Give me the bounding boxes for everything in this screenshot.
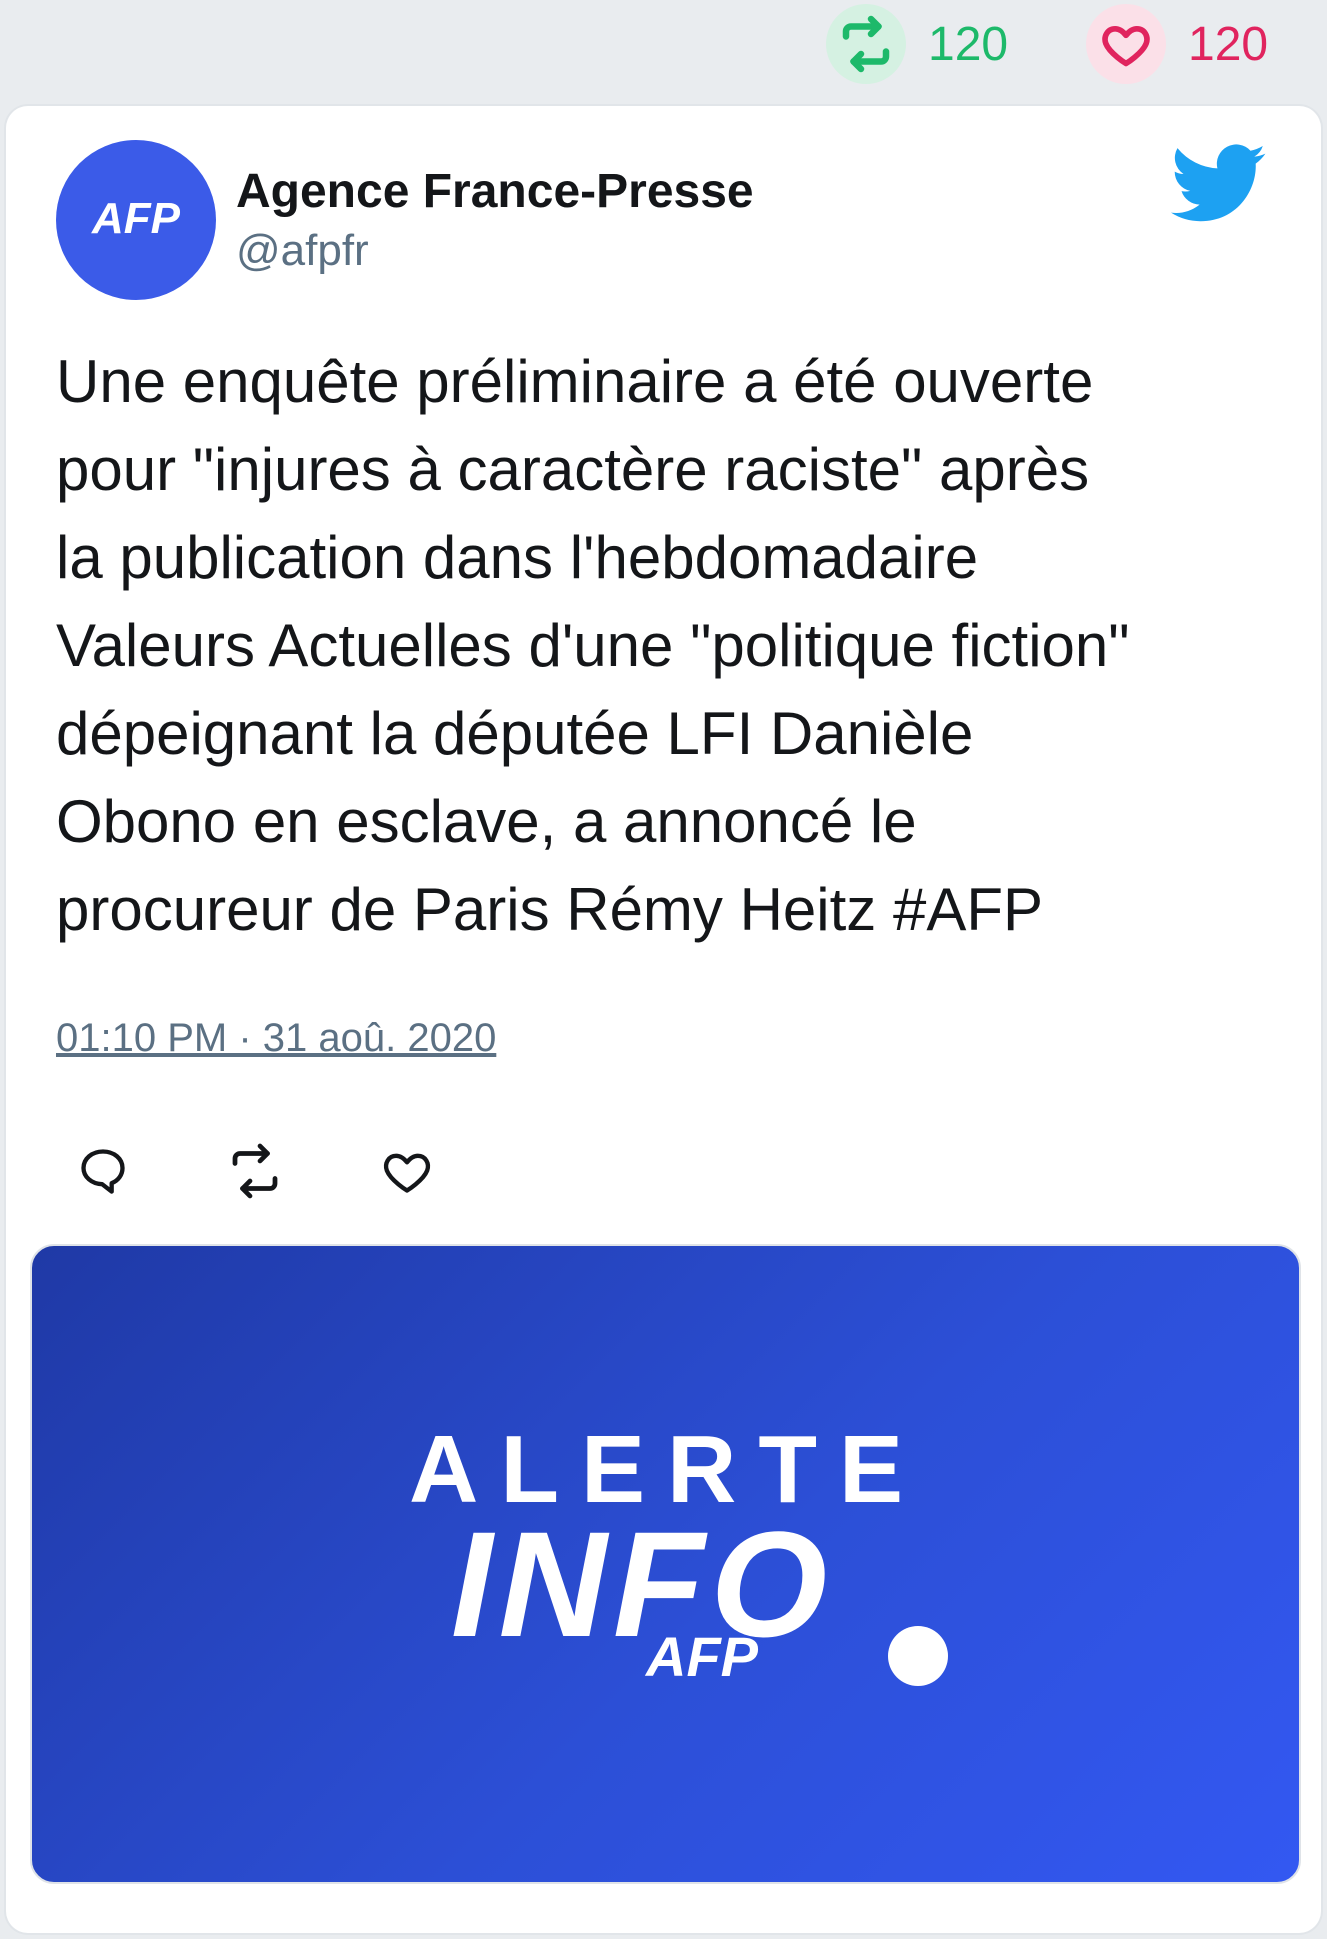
like-button[interactable] [372,1136,442,1206]
tweet-actions [68,1136,442,1206]
tweet-line: Valeurs Actuelles d'une "politique ficti… [56,612,1130,679]
twitter-bird-icon[interactable] [1171,144,1267,229]
tweet-line: dépeignant la députée LFI Danièle [56,700,974,767]
tweet-line: Obono en esclave, a annoncé le [56,788,917,855]
tweet-media-image[interactable]: ALERTE INFO AFP [30,1244,1301,1884]
reply-icon [81,1149,125,1194]
like-stat[interactable]: 120 [1086,4,1268,84]
heart-icon [383,1153,431,1193]
avatar-text: AFP [91,194,181,243]
avatar[interactable]: AFP [56,140,216,300]
retweet-button[interactable] [220,1136,290,1206]
tweet-line: Une enquête préliminaire a été ouverte [56,348,1094,415]
afp-dot-icon [888,1626,948,1686]
reply-button[interactable] [68,1136,138,1206]
tweet-timestamp-link[interactable]: 01:10 PM · 31 aoû. 2020 [56,1016,496,1061]
tweet-stats-bar: 120 120 [0,0,1327,100]
tweet-line: procureur de Paris Rémy Heitz #AFP [56,876,1044,943]
heart-icon [1086,4,1166,84]
alerte-info-graphic: ALERTE INFO AFP [409,1416,948,1688]
author-handle[interactable]: @afpfr [236,226,369,276]
retweet-stat[interactable]: 120 [826,4,1008,84]
retweet-icon [232,1143,278,1199]
media-brand: AFP [644,1625,759,1688]
author-name[interactable]: Agence France-Presse [236,164,754,219]
like-count: 120 [1188,17,1269,71]
tweet-line: pour "injures à caractère raciste" après [56,436,1090,503]
retweet-count: 120 [928,17,1009,71]
tweet-line: la publication dans l'hebdomadaire [56,524,979,591]
tweet-text: Une enquête préliminaire a été ouverte p… [56,338,1276,954]
media-line2: INFO [451,1500,833,1668]
tweet-card: AFP Agence France-Presse @afpfr Une enqu… [6,106,1321,1933]
retweet-icon [826,4,906,84]
afp-logo-icon: AFP [91,194,181,243]
